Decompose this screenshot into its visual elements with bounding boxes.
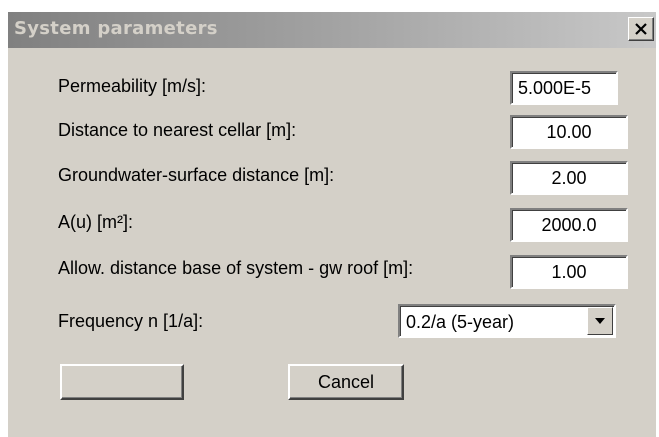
system-parameters-dialog: System parameters Permeability [m/s]: 5.… xyxy=(8,12,656,437)
frequency-label: Frequency n [1/a]: xyxy=(58,311,204,331)
dialog-title: System parameters xyxy=(14,18,218,39)
frequency-selected-value: 0.2/a (5-year) xyxy=(406,312,515,332)
close-button[interactable] xyxy=(628,17,654,41)
chevron-down-icon xyxy=(595,318,605,324)
close-icon xyxy=(635,23,647,35)
frequency-select[interactable]: 0.2/a (5-year) xyxy=(398,304,616,338)
frequency-dropdown-button[interactable] xyxy=(587,307,613,335)
ok-button[interactable] xyxy=(60,364,184,400)
groundwater-surface-field[interactable]: 2.00 xyxy=(510,161,628,195)
area-field[interactable]: 2000.0 xyxy=(510,208,628,242)
groundwater-surface-label: Groundwater-surface distance [m]: xyxy=(58,165,335,185)
allow-distance-field[interactable]: 1.00 xyxy=(510,255,628,289)
cellar-distance-label: Distance to nearest cellar [m]: xyxy=(58,120,297,140)
cancel-button[interactable]: Cancel xyxy=(288,364,404,400)
permeability-label: Permeability [m/s]: xyxy=(58,76,207,96)
permeability-field[interactable]: 5.000E-5 xyxy=(510,71,618,105)
title-bar[interactable]: System parameters xyxy=(8,12,656,48)
allow-distance-label: Allow. distance base of system - gw roof… xyxy=(58,258,414,278)
area-label: A(u) [m²]: xyxy=(58,212,133,232)
cellar-distance-field[interactable]: 10.00 xyxy=(510,115,628,149)
